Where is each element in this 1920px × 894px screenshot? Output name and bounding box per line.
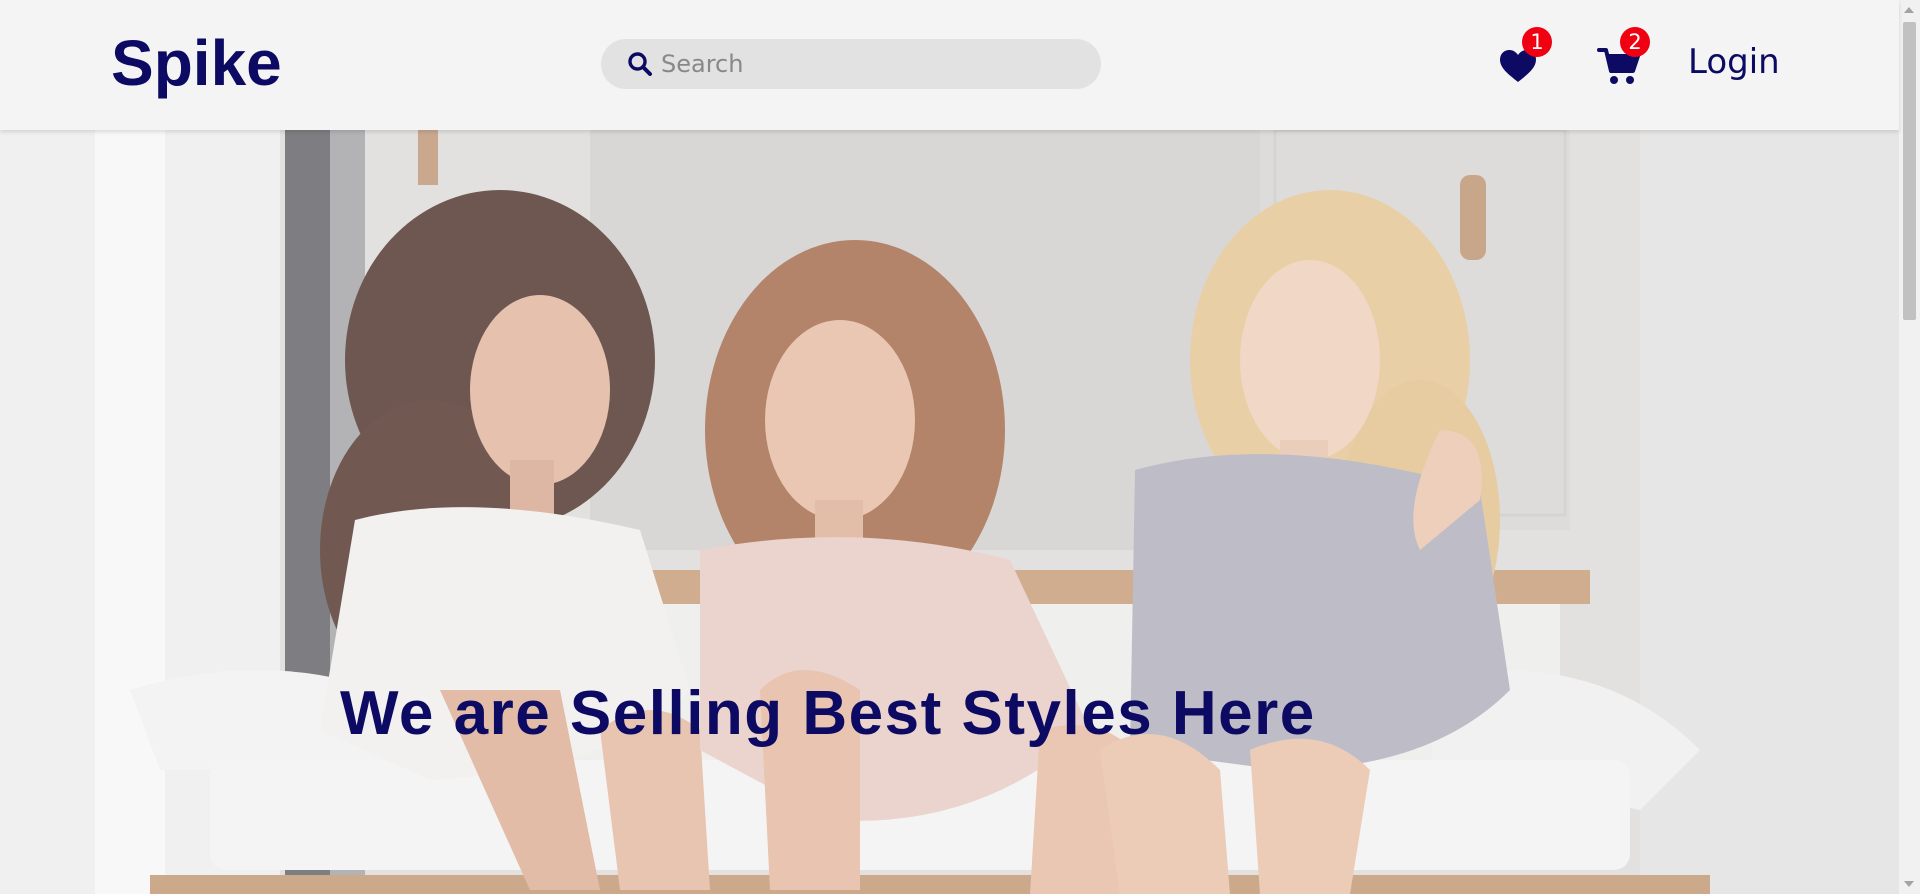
favorites-count-badge: 1 — [1522, 27, 1552, 57]
hero-photo — [0, 130, 1899, 894]
scroll-down-arrow-icon[interactable] — [1904, 881, 1914, 887]
search-bar[interactable] — [601, 39, 1101, 89]
cart-count-badge: 2 — [1620, 27, 1650, 57]
page-scrollbar[interactable] — [1899, 0, 1920, 894]
scrollbar-thumb[interactable] — [1903, 22, 1916, 320]
hero-banner: We are Selling Best Styles Here — [0, 130, 1899, 894]
search-input[interactable] — [661, 39, 1081, 89]
site-header: Spike 1 2 Login — [0, 0, 1899, 130]
site-logo[interactable]: Spike — [111, 26, 282, 100]
hero-headline: We are Selling Best Styles Here — [340, 679, 1316, 748]
login-link[interactable]: Login — [1688, 42, 1780, 82]
scroll-up-arrow-icon[interactable] — [1904, 7, 1914, 13]
search-icon — [628, 52, 652, 76]
